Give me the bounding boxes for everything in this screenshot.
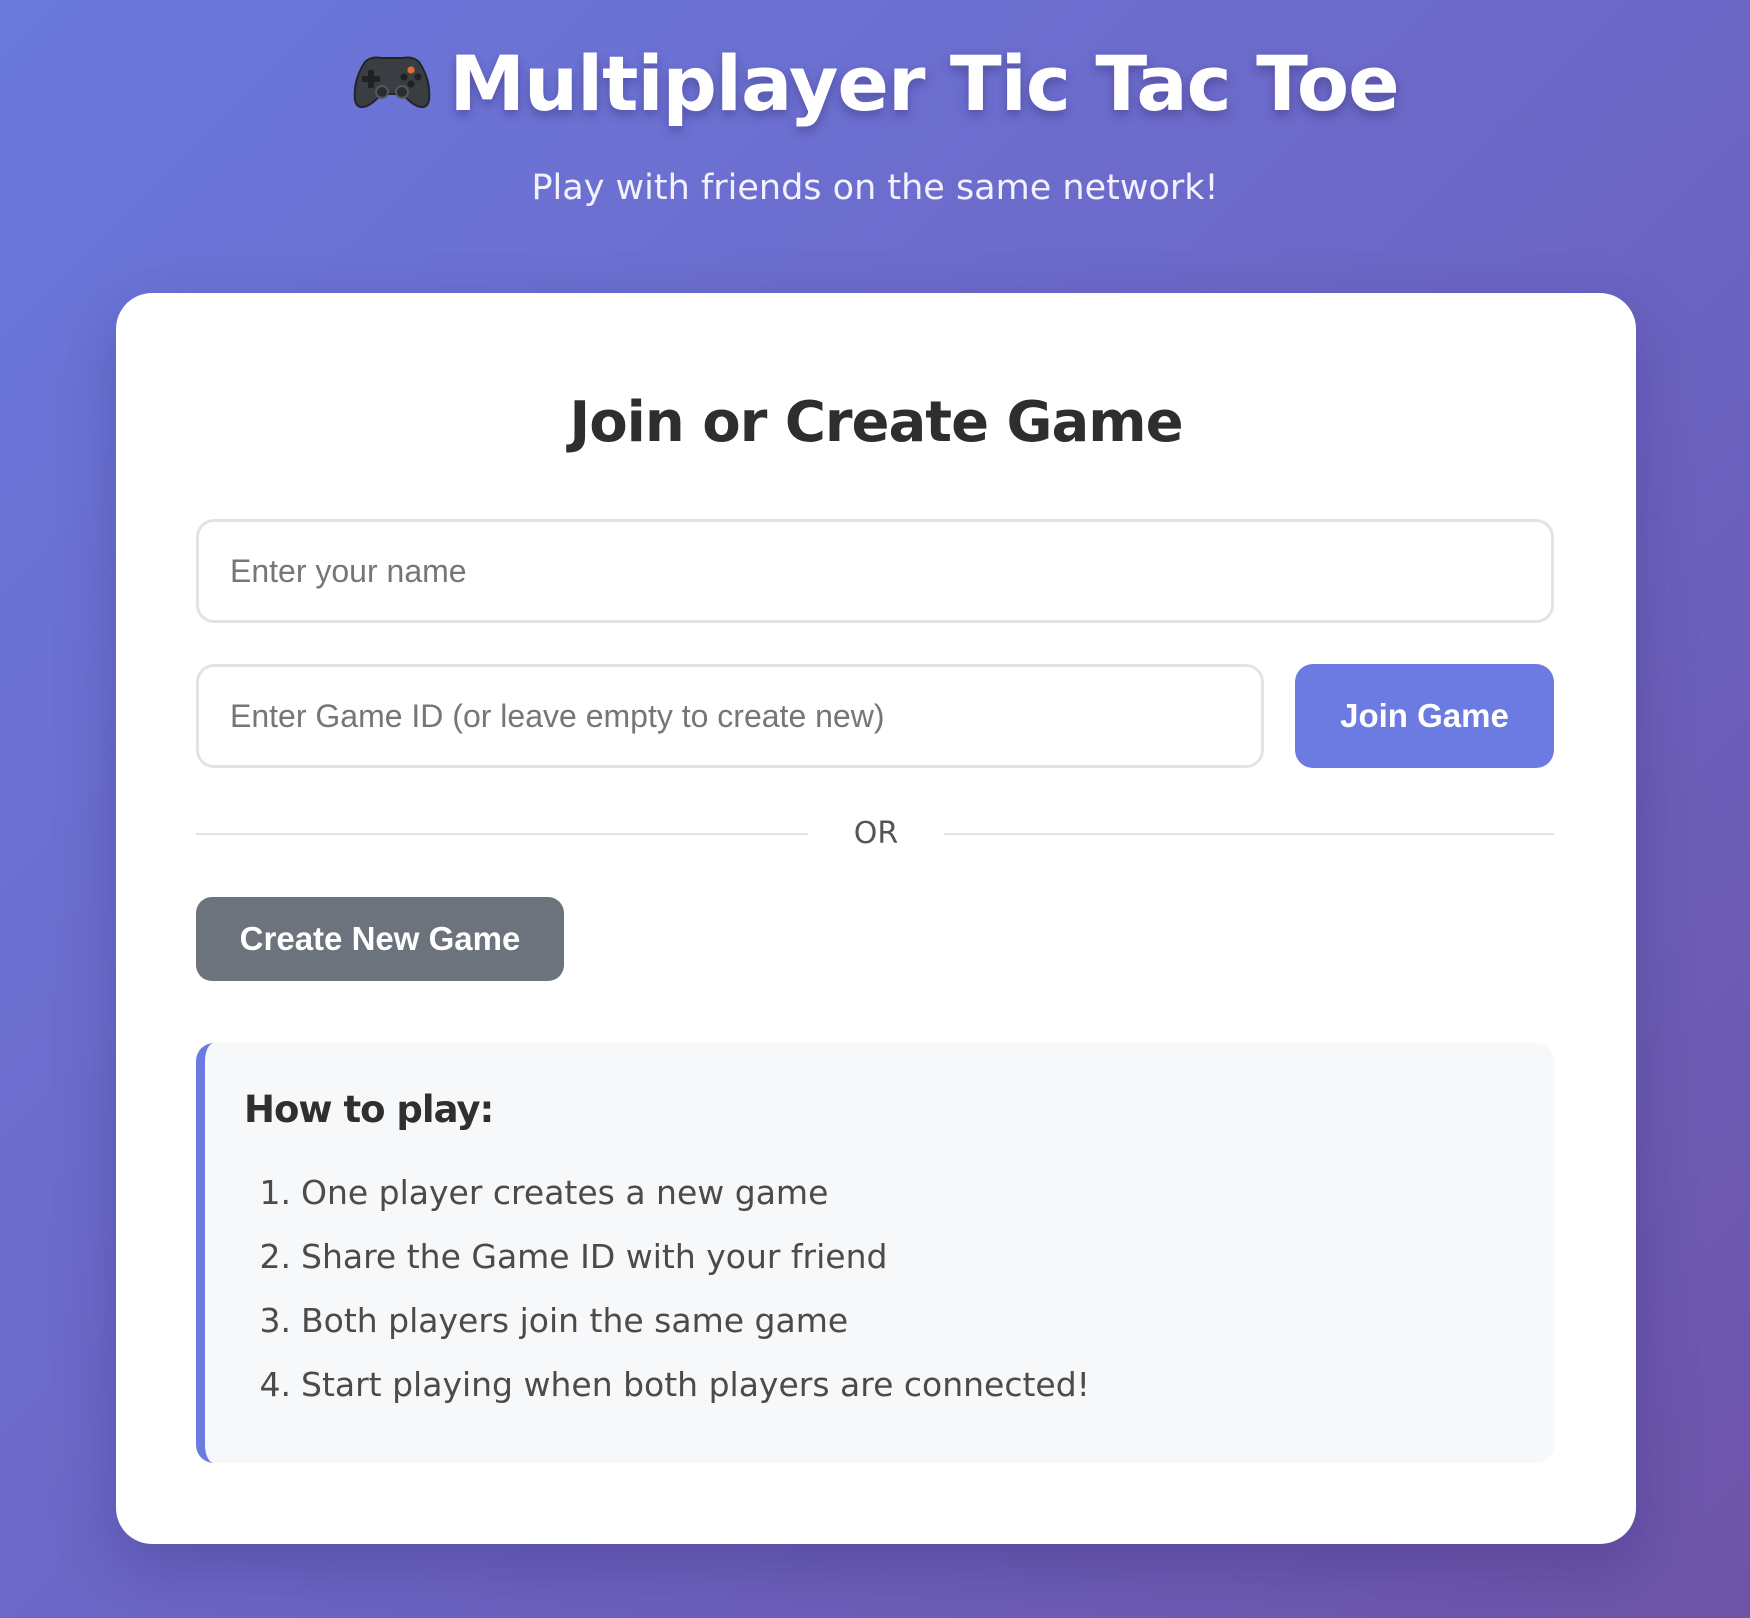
divider-line-left: [196, 833, 808, 835]
divider-line-right: [944, 833, 1554, 835]
step-text: Start playing when both players are conn…: [301, 1365, 1090, 1404]
list-item: 2. Share the Game ID with your friend: [245, 1225, 1090, 1289]
list-item: 4. Start playing when both players are co…: [245, 1353, 1090, 1417]
create-new-game-button[interactable]: Create New Game: [196, 897, 564, 981]
page-subtitle: Play with friends on the same network!: [531, 168, 1219, 208]
card-title: Join or Create Game: [569, 390, 1183, 455]
list-item: 1. One player creates a new game: [245, 1161, 1090, 1225]
list-item: 3. Both players join the same game: [245, 1289, 1090, 1353]
step-text: One player creates a new game: [301, 1173, 829, 1212]
step-text: Share the Game ID with your friend: [301, 1237, 888, 1276]
step-number: 4.: [259, 1365, 292, 1404]
page-header: Multiplayer Tic Tac Toe Play with friend…: [0, 0, 1750, 208]
join-game-button[interactable]: Join Game: [1295, 664, 1554, 768]
step-text: Both players join the same game: [301, 1301, 849, 1340]
step-number: 3.: [259, 1301, 292, 1340]
divider-label: OR: [853, 816, 899, 851]
how-to-play-steps: 1. One player creates a new game 2. Share …: [245, 1161, 1090, 1417]
step-number: 1.: [259, 1173, 292, 1212]
step-number: 2.: [259, 1237, 292, 1276]
how-to-play-title: How to play:: [244, 1088, 494, 1131]
game-controller-icon: [354, 56, 431, 109]
how-to-play-panel: How to play: 1. One player creates a new …: [196, 1043, 1554, 1463]
player-name-input[interactable]: [196, 519, 1554, 623]
game-id-input[interactable]: [196, 664, 1264, 768]
join-create-card: Join or Create Game Join Game OR Create …: [116, 293, 1636, 1544]
page-title: Multiplayer Tic Tac Toe: [0, 34, 1750, 134]
page-title-text: Multiplayer Tic Tac Toe: [449, 39, 1399, 128]
